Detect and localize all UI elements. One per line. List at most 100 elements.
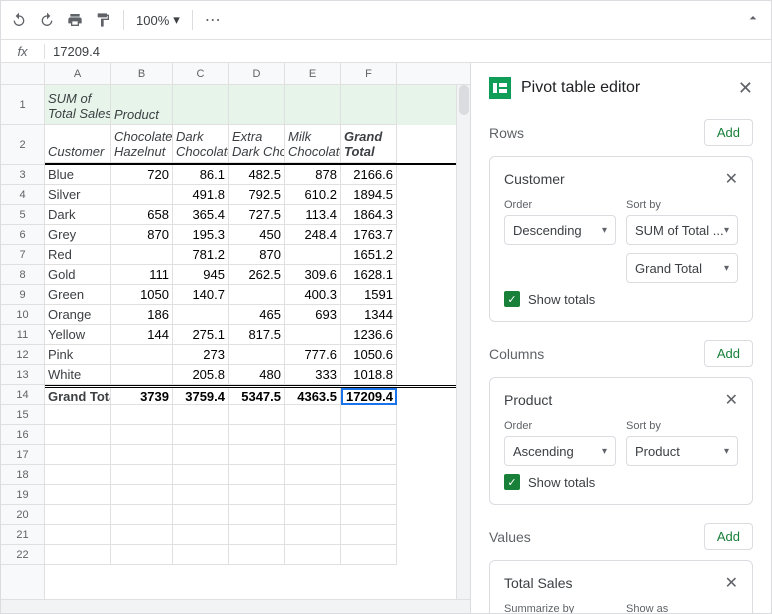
cell[interactable]	[173, 485, 229, 505]
cell[interactable]	[341, 545, 397, 565]
cell[interactable]	[285, 85, 341, 125]
cell[interactable]: Green	[45, 285, 111, 305]
cell[interactable]	[285, 505, 341, 525]
cell[interactable]	[45, 545, 111, 565]
customer-sortby2-select[interactable]: Grand Total▾	[626, 253, 738, 283]
cell[interactable]: 1651.2	[341, 245, 397, 265]
row-header[interactable]: 15	[1, 405, 44, 425]
cell[interactable]: Product	[111, 85, 173, 125]
cell[interactable]	[173, 405, 229, 425]
row-header[interactable]: 21	[1, 525, 44, 545]
cell[interactable]: ExtraDark Chocolate	[229, 125, 285, 163]
row-header[interactable]: 19	[1, 485, 44, 505]
add-columns-button[interactable]: Add	[704, 340, 753, 367]
cell[interactable]: Blue	[45, 165, 111, 185]
more-icon[interactable]: ⋯	[205, 10, 221, 30]
cell[interactable]	[229, 445, 285, 465]
cell[interactable]	[341, 85, 397, 125]
cell[interactable]	[111, 525, 173, 545]
cell[interactable]	[111, 465, 173, 485]
row-header[interactable]: 10	[1, 305, 44, 325]
cell[interactable]	[229, 505, 285, 525]
row-header[interactable]: 5	[1, 205, 44, 225]
cell[interactable]: 140.7	[173, 285, 229, 305]
cell[interactable]: 5347.5	[229, 388, 285, 405]
cell[interactable]: 3739	[111, 388, 173, 405]
cell[interactable]	[229, 545, 285, 565]
cell[interactable]	[111, 245, 173, 265]
show-totals-checkbox[interactable]: ✓	[504, 291, 520, 307]
cell[interactable]: 482.5	[229, 165, 285, 185]
cell[interactable]	[341, 485, 397, 505]
cell[interactable]	[229, 285, 285, 305]
cell[interactable]: Gold	[45, 265, 111, 285]
cell[interactable]: 870	[229, 245, 285, 265]
cell[interactable]: 86.1	[173, 165, 229, 185]
row-header[interactable]: 18	[1, 465, 44, 485]
remove-totalsales-icon[interactable]: ✕	[725, 573, 738, 593]
cell[interactable]: 465	[229, 305, 285, 325]
paint-format-icon[interactable]	[95, 12, 111, 28]
cell[interactable]: 870	[111, 225, 173, 245]
cell[interactable]	[173, 525, 229, 545]
cell[interactable]	[229, 485, 285, 505]
row-header[interactable]: 17	[1, 445, 44, 465]
row-header[interactable]: 8	[1, 265, 44, 285]
cell[interactable]: 273	[173, 345, 229, 365]
cell[interactable]	[341, 465, 397, 485]
cell[interactable]: 1018.8	[341, 365, 397, 385]
cell[interactable]: 2166.6	[341, 165, 397, 185]
print-icon[interactable]	[67, 12, 83, 28]
cell[interactable]	[173, 545, 229, 565]
close-panel-icon[interactable]: ✕	[738, 78, 753, 99]
cell[interactable]: 186	[111, 305, 173, 325]
cell[interactable]: 1050	[111, 285, 173, 305]
cell[interactable]: 792.5	[229, 185, 285, 205]
product-sortby-select[interactable]: Product▾	[626, 436, 738, 466]
show-totals-checkbox[interactable]: ✓	[504, 474, 520, 490]
formula-input[interactable]: 17209.4	[45, 44, 771, 59]
cell[interactable]	[111, 185, 173, 205]
cell[interactable]: 365.4	[173, 205, 229, 225]
row-header[interactable]: 4	[1, 185, 44, 205]
cell[interactable]: 1763.7	[341, 225, 397, 245]
corner-cell[interactable]	[1, 63, 45, 84]
column-header[interactable]: F	[341, 63, 397, 84]
cell[interactable]: Red	[45, 245, 111, 265]
cell[interactable]	[45, 485, 111, 505]
cell[interactable]	[45, 525, 111, 545]
row-header[interactable]: 13	[1, 365, 44, 385]
cell[interactable]	[45, 405, 111, 425]
cell[interactable]: 17209.4	[341, 388, 397, 405]
cell[interactable]	[173, 85, 229, 125]
cell[interactable]	[229, 345, 285, 365]
cell[interactable]: 1591	[341, 285, 397, 305]
column-header[interactable]: B	[111, 63, 173, 84]
cell[interactable]: 1050.6	[341, 345, 397, 365]
cell[interactable]	[173, 465, 229, 485]
cell[interactable]	[111, 485, 173, 505]
undo-icon[interactable]	[11, 12, 27, 28]
cell[interactable]: 113.4	[285, 205, 341, 225]
cell[interactable]	[111, 505, 173, 525]
row-header[interactable]: 14	[1, 385, 44, 405]
cell[interactable]: Silver	[45, 185, 111, 205]
cell[interactable]: 693	[285, 305, 341, 325]
cell[interactable]	[285, 465, 341, 485]
cell[interactable]	[285, 405, 341, 425]
cell[interactable]: 480	[229, 365, 285, 385]
cell[interactable]: 1236.6	[341, 325, 397, 345]
cell[interactable]: 727.5	[229, 205, 285, 225]
cell[interactable]	[285, 545, 341, 565]
cell[interactable]	[341, 405, 397, 425]
column-header[interactable]: A	[45, 63, 111, 84]
customer-order-select[interactable]: Descending▾	[504, 215, 616, 245]
cell[interactable]	[111, 425, 173, 445]
cell[interactable]: 111	[111, 265, 173, 285]
cell[interactable]	[173, 425, 229, 445]
cell[interactable]: 720	[111, 165, 173, 185]
cell[interactable]: 658	[111, 205, 173, 225]
cell[interactable]: Grand Total	[45, 388, 111, 405]
cell[interactable]: 945	[173, 265, 229, 285]
cell[interactable]: 491.8	[173, 185, 229, 205]
